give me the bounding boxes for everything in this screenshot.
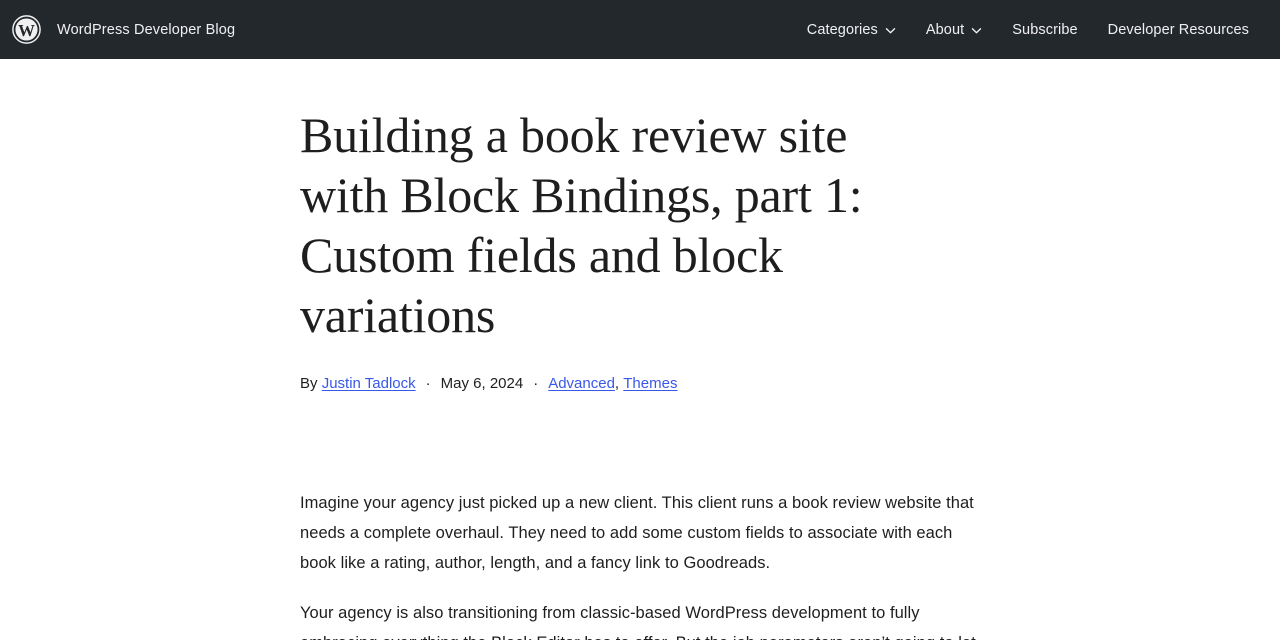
publish-date: May 6, 2024: [440, 375, 524, 392]
site-title: WordPress Developer Blog: [57, 21, 236, 38]
site-header: W WordPress Developer Blog Categories Ab…: [0, 0, 1280, 59]
meta-separator: ·: [533, 375, 539, 392]
entry-content: Imagine your agency just picked up a new…: [300, 488, 980, 640]
entry-meta: By Justin Tadlock · May 6, 2024 · Advanc…: [300, 373, 980, 396]
meta-separator: ·: [425, 375, 431, 392]
page-title: Building a book review site with Block B…: [300, 107, 863, 343]
category-link-themes[interactable]: Themes: [623, 375, 677, 392]
author-link[interactable]: Justin Tadlock: [322, 373, 416, 396]
chevron-down-icon[interactable]: [971, 25, 982, 36]
nav-item-developer-resources[interactable]: Developer Resources: [1093, 16, 1264, 44]
category-separator: ,: [614, 375, 620, 392]
article: Building a book review site with Block B…: [300, 59, 980, 640]
site-brand-link[interactable]: W WordPress Developer Blog: [12, 15, 235, 44]
category-list: Advanced, Themes: [548, 373, 677, 396]
primary-navigation: Categories About Subscribe Developer Res…: [792, 16, 1264, 44]
nav-item-categories[interactable]: Categories: [792, 16, 911, 44]
nav-item-label: About: [925, 21, 965, 38]
nav-item-label: Developer Resources: [1107, 21, 1249, 38]
svg-text:W: W: [18, 21, 35, 40]
wordpress-logo-icon: W: [12, 15, 41, 44]
nav-item-label: Subscribe: [1012, 21, 1078, 38]
article-paragraph: Imagine your agency just picked up a new…: [300, 493, 974, 572]
nav-item-about[interactable]: About: [911, 16, 997, 44]
nav-item-subscribe[interactable]: Subscribe: [997, 16, 1092, 44]
byline-prefix: By: [300, 375, 318, 392]
chevron-down-icon[interactable]: [885, 25, 896, 36]
nav-item-label: Categories: [806, 21, 878, 38]
article-paragraph: Your agency is also transitioning from c…: [300, 603, 976, 640]
category-link-advanced[interactable]: Advanced: [548, 375, 615, 392]
site-main: Building a book review site with Block B…: [0, 59, 1280, 640]
